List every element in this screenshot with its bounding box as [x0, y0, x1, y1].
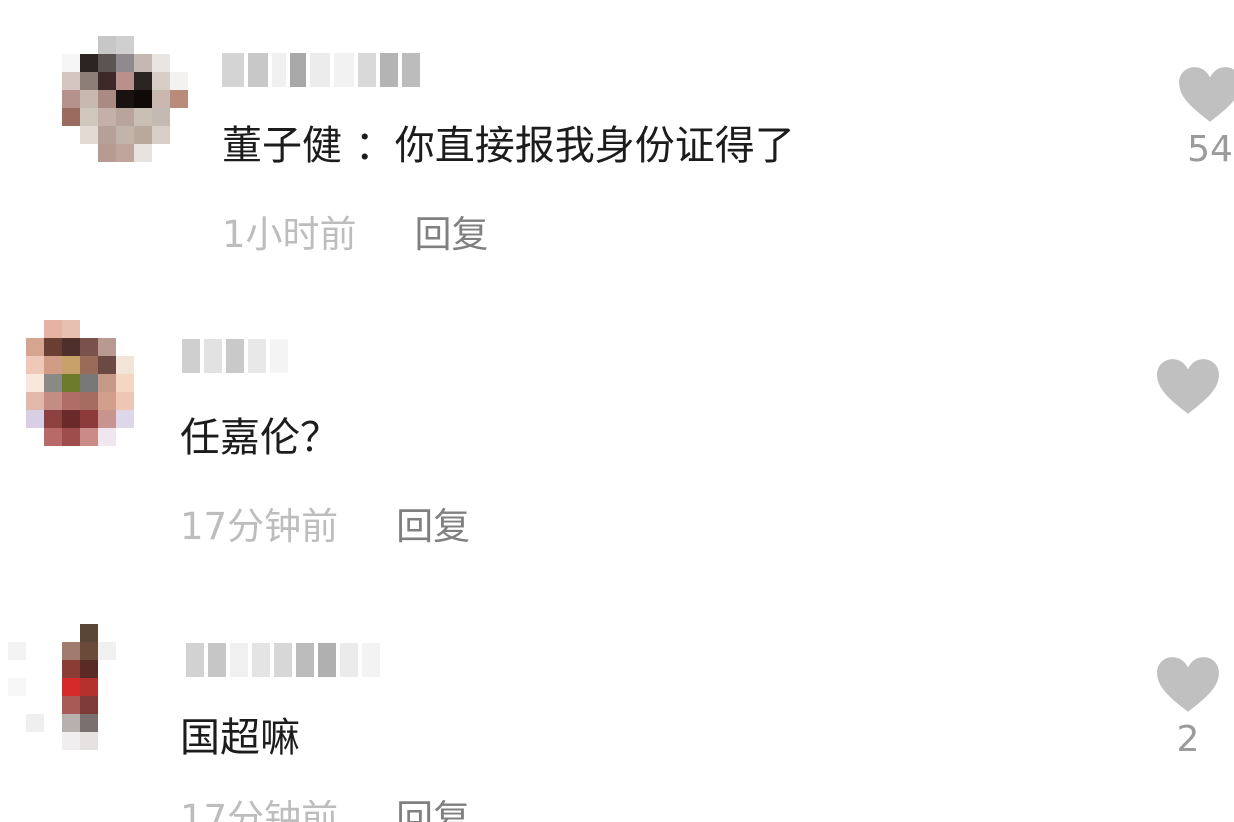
comment-time: 17分钟前 [180, 800, 339, 822]
username-masked[interactable] [186, 642, 380, 678]
like-count: 54 [1187, 129, 1233, 170]
heart-icon [1157, 657, 1219, 712]
like-count: 2 [1176, 719, 1200, 760]
comment-time: 17分钟前 [180, 505, 339, 548]
comment-meta: 17分钟前 回复 [180, 508, 470, 545]
heart-icon [1157, 359, 1219, 414]
comment-item: 国超嘛 2 [0, 600, 1234, 800]
comment-text: 任嘉伦？ [180, 415, 340, 461]
comment-text: 国超嘛 [180, 715, 300, 761]
comment-time: 1小时前 [222, 213, 357, 256]
comment-item: 董子健 ：你直接报我身份证得了 1小时前 回复 54 [0, 0, 1234, 270]
reply-button[interactable]: 回复 [396, 800, 470, 822]
username-masked[interactable] [182, 338, 288, 374]
comment-meta-partial: 17分钟前 回复 [180, 800, 470, 822]
comment-meta: 1小时前 回复 [222, 216, 489, 253]
avatar[interactable] [26, 320, 152, 446]
reply-button[interactable]: 回复 [396, 505, 470, 548]
avatar[interactable] [8, 624, 134, 750]
comment-text: 董子健 ：你直接报我身份证得了 [222, 123, 795, 169]
username-masked[interactable] [222, 52, 420, 88]
comment-item: 任嘉伦？ 17分钟前 回复 [0, 300, 1234, 570]
like-button[interactable]: 2 [1153, 656, 1223, 758]
like-button[interactable] [1153, 358, 1223, 424]
avatar[interactable] [62, 36, 188, 162]
like-button[interactable]: 54 [1175, 66, 1234, 168]
heart-icon [1179, 67, 1234, 122]
reply-button[interactable]: 回复 [415, 213, 489, 256]
